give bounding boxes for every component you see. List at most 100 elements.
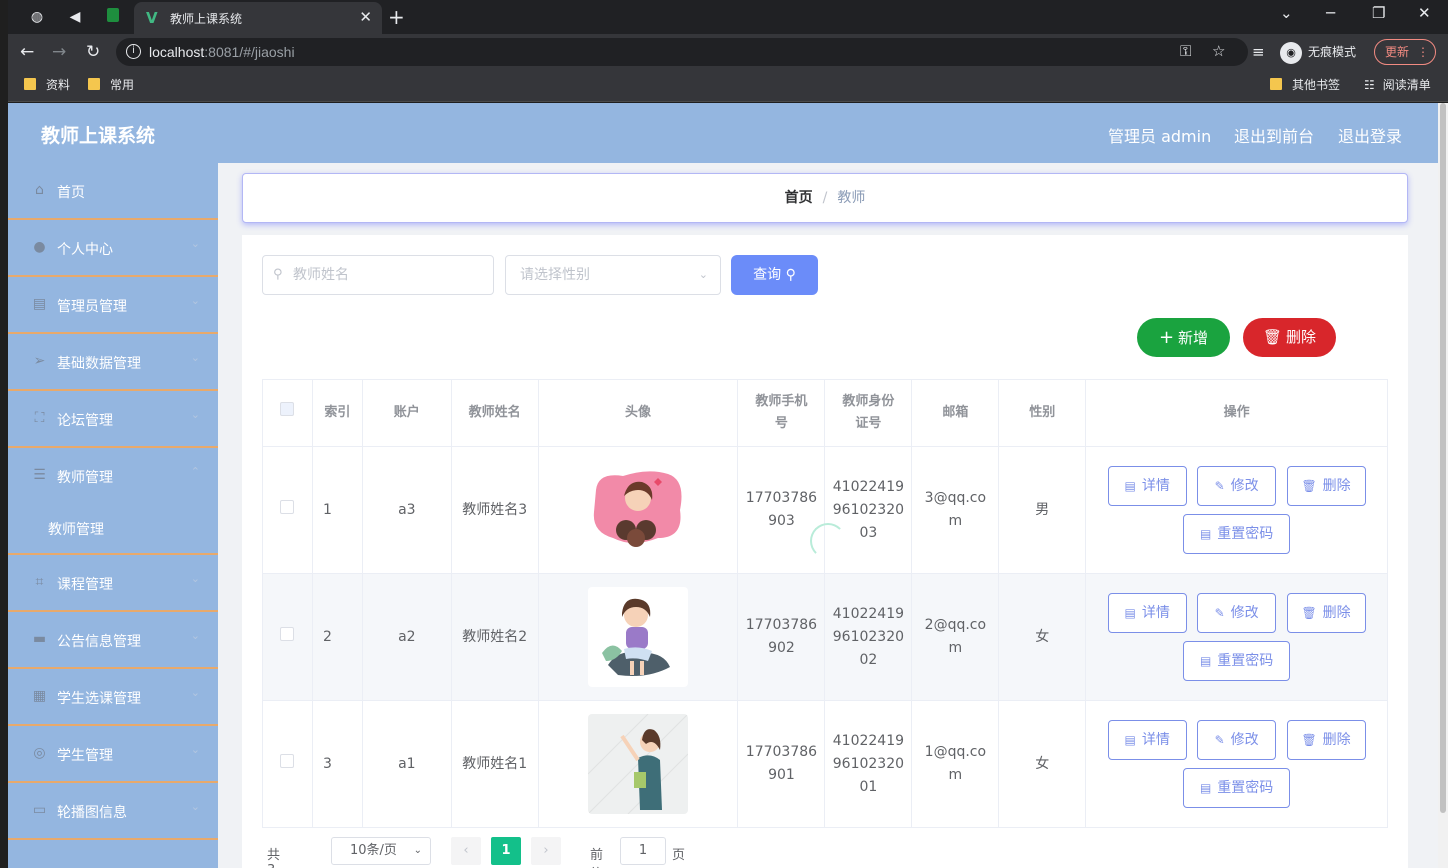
sheets-icon[interactable] <box>104 8 122 26</box>
row-checkbox[interactable] <box>280 499 295 514</box>
restore-icon[interactable]: ❐ <box>1372 4 1385 22</box>
forward-icon[interactable]: → <box>52 42 66 62</box>
chevron-down-icon: ⌄ <box>190 629 200 642</box>
crop-icon: ⌗ <box>35 574 44 590</box>
folder-icon <box>24 78 36 90</box>
reset-password-button[interactable]: ▤ 重置密码 <box>1183 514 1291 554</box>
document-icon: ▤ <box>1124 479 1136 493</box>
browser-tab-active[interactable]: V 教师上课系统 ✕ <box>134 2 382 34</box>
delete-button[interactable]: 🗑 删除 <box>1286 466 1366 506</box>
prev-page-icon[interactable]: ‹ <box>451 837 481 865</box>
table-row: 3 a1 教师姓名1 17703786 901 41022419 96102320 0… <box>262 700 1388 828</box>
incognito-indicator[interactable]: ◉ 无痕模式 <box>1280 40 1370 64</box>
add-button[interactable]: + 新增 <box>1137 318 1230 357</box>
reading-list[interactable]: ☷ 阅读清单 <box>1364 77 1431 93</box>
monitor-icon: ▭ <box>32 802 47 818</box>
bookmark-folder[interactable]: 常用 <box>88 77 134 93</box>
teacher-name-input[interactable]: ⚲ 教师姓名 <box>262 255 494 295</box>
cell-phone: 17703786 <box>745 490 818 506</box>
sidebar-item-notices[interactable]: ▬ 公告信息管理 ⌄ <box>8 612 218 669</box>
edit-button[interactable]: ✎ 修改 <box>1197 593 1277 633</box>
reset-password-button[interactable]: ▤ 重置密码 <box>1183 768 1291 808</box>
info-icon[interactable]: i <box>126 44 141 59</box>
clipboard-icon: ▤ <box>32 296 47 312</box>
search-icon: ⚲ <box>785 267 796 283</box>
scrollbar-thumb[interactable] <box>1440 103 1446 813</box>
url-field[interactable]: i localhost:8081/#/jiaoshi ⚿ ☆ <box>116 38 1248 66</box>
sidebar-item-teachers[interactable]: ☰ 教师管理 ⌃ <box>8 448 218 505</box>
gender-select[interactable]: 请选择性别 ⌄ <box>505 255 721 295</box>
detail-button[interactable]: ▤ 详情 <box>1107 593 1187 633</box>
new-tab-icon[interactable]: + <box>388 5 405 29</box>
chevron-down-icon: ⌄ <box>190 572 200 585</box>
sidebar-item-base-data[interactable]: ➢ 基础数据管理 ⌄ <box>8 334 218 391</box>
url-text: localhost:8081/#/jiaoshi <box>149 44 295 60</box>
sidebar-subitem-teachers[interactable]: 教师管理 <box>8 503 218 553</box>
bookmark-folder[interactable]: 资料 <box>24 77 70 93</box>
edit-button[interactable]: ✎ 修改 <box>1197 466 1277 506</box>
browser-tab-bar: ◍ ◀ V 教师上课系统 ✕ + ⌄ ─ ❐ ✕ <box>8 0 1448 34</box>
breadcrumb-home[interactable]: 首页 <box>785 190 813 206</box>
front-link[interactable]: 退出到前台 <box>1234 123 1314 147</box>
page-scrollbar[interactable] <box>1438 103 1448 868</box>
star-icon[interactable]: ☆ <box>1212 42 1225 60</box>
detail-button[interactable]: ▤ 详情 <box>1107 466 1187 506</box>
sidebar-item-admins[interactable]: ▤ 管理员管理 ⌄ <box>8 277 218 334</box>
sidebar-item-home[interactable]: ⌂ 首页 <box>8 163 218 220</box>
table-row: 2 a2 教师姓名2 17703786 902 41022419 96102320 0… <box>262 573 1388 701</box>
teacher-name-placeholder: 教师姓名 <box>293 267 349 283</box>
cell-id-number: 41022419 <box>832 732 905 749</box>
more-menu-icon[interactable]: ⋮ <box>1417 40 1429 64</box>
logout-link[interactable]: 退出登录 <box>1338 123 1402 147</box>
chevron-down-icon: ⌄ <box>190 237 200 250</box>
row-checkbox[interactable] <box>280 753 295 768</box>
query-button[interactable]: 查询 ⚲ <box>731 255 818 295</box>
goto-page-input[interactable]: 1 <box>620 837 666 865</box>
minimize-icon[interactable]: ─ <box>1326 4 1335 22</box>
delete-button[interactable]: 🗑 删除 <box>1286 593 1366 633</box>
speaker-icon[interactable]: ◀ <box>66 8 84 26</box>
chevron-down-icon: ⌄ <box>190 294 200 307</box>
key-icon[interactable]: ⚿ <box>1180 42 1191 60</box>
row-checkbox[interactable] <box>280 626 295 641</box>
chevron-down-icon: ⌄ <box>190 408 200 421</box>
next-page-icon[interactable]: › <box>531 837 561 865</box>
goto-prefix: 前往 <box>590 848 604 868</box>
cell-phone: 17703786 <box>745 744 818 760</box>
app-brand: 教师上课系统 <box>41 125 156 147</box>
select-all-checkbox[interactable] <box>280 402 295 416</box>
row-actions: ▤ 详情 ✎ 修改 🗑 删除 ▤ 重置密码 <box>1085 700 1388 828</box>
reset-password-button[interactable]: ▤ 重置密码 <box>1183 641 1291 681</box>
select-all-cell <box>262 379 313 447</box>
app-root: 教师上课系统 管理员 admin 退出到前台 退出登录 ⌂ 首页 ● 个人中心 … <box>8 103 1448 868</box>
globe-icon[interactable]: ◍ <box>28 8 46 26</box>
back-icon[interactable]: ← <box>20 42 34 62</box>
edit-button[interactable]: ✎ 修改 <box>1197 720 1277 760</box>
sidebar-item-carousel[interactable]: ▭ 轮播图信息 ⌄ <box>8 783 218 840</box>
batch-delete-button[interactable]: 🗑 删除 <box>1243 318 1336 357</box>
close-tab-icon[interactable]: ✕ <box>359 8 372 26</box>
cell-id-number: 41022419 <box>832 605 905 622</box>
sidebar-item-students[interactable]: ◎ 学生管理 ⌄ <box>8 726 218 783</box>
sidebar-item-profile[interactable]: ● 个人中心 ⌄ <box>8 220 218 277</box>
page-number-active[interactable]: 1 <box>491 837 521 865</box>
update-button[interactable]: 更新 ⋮ <box>1374 39 1436 65</box>
delete-button[interactable]: 🗑 删除 <box>1286 720 1366 760</box>
sidebar: ⌂ 首页 ● 个人中心 ⌄ ▤ 管理员管理 ⌄ ➢ 基础数据管理 ⌄ ⛶ 论坛管… <box>8 163 218 868</box>
detail-button[interactable]: ▤ 详情 <box>1107 720 1187 760</box>
col-header: 教师姓名 <box>450 379 539 447</box>
scan-icon: ⛶ <box>34 410 45 426</box>
sidebar-item-courses[interactable]: ⌗ 课程管理 ⌄ <box>8 555 218 612</box>
window-close-icon[interactable]: ✕ <box>1418 4 1431 22</box>
page-size-select[interactable]: 10条/页 ⌄ <box>331 837 431 865</box>
chevron-down-icon: ⌄ <box>190 743 200 756</box>
other-bookmarks[interactable]: 其他书签 <box>1270 77 1340 93</box>
reload-icon[interactable]: ↻ <box>86 42 100 62</box>
cell-id-number: 41022419 <box>832 478 905 495</box>
reading-mode-icon[interactable]: ≡ <box>1252 43 1265 61</box>
sidebar-item-course-selection[interactable]: ▦ 学生选课管理 ⌄ <box>8 669 218 726</box>
table-header-row: 索引 账户 教师姓名 头像 教师手机号 教师身份证号 邮箱 性别 操作 <box>262 379 1388 447</box>
tab-search-chevron-icon[interactable]: ⌄ <box>1280 4 1293 22</box>
sidebar-item-forum[interactable]: ⛶ 论坛管理 ⌄ <box>8 391 218 448</box>
col-header: 教师手机号 <box>737 379 826 447</box>
